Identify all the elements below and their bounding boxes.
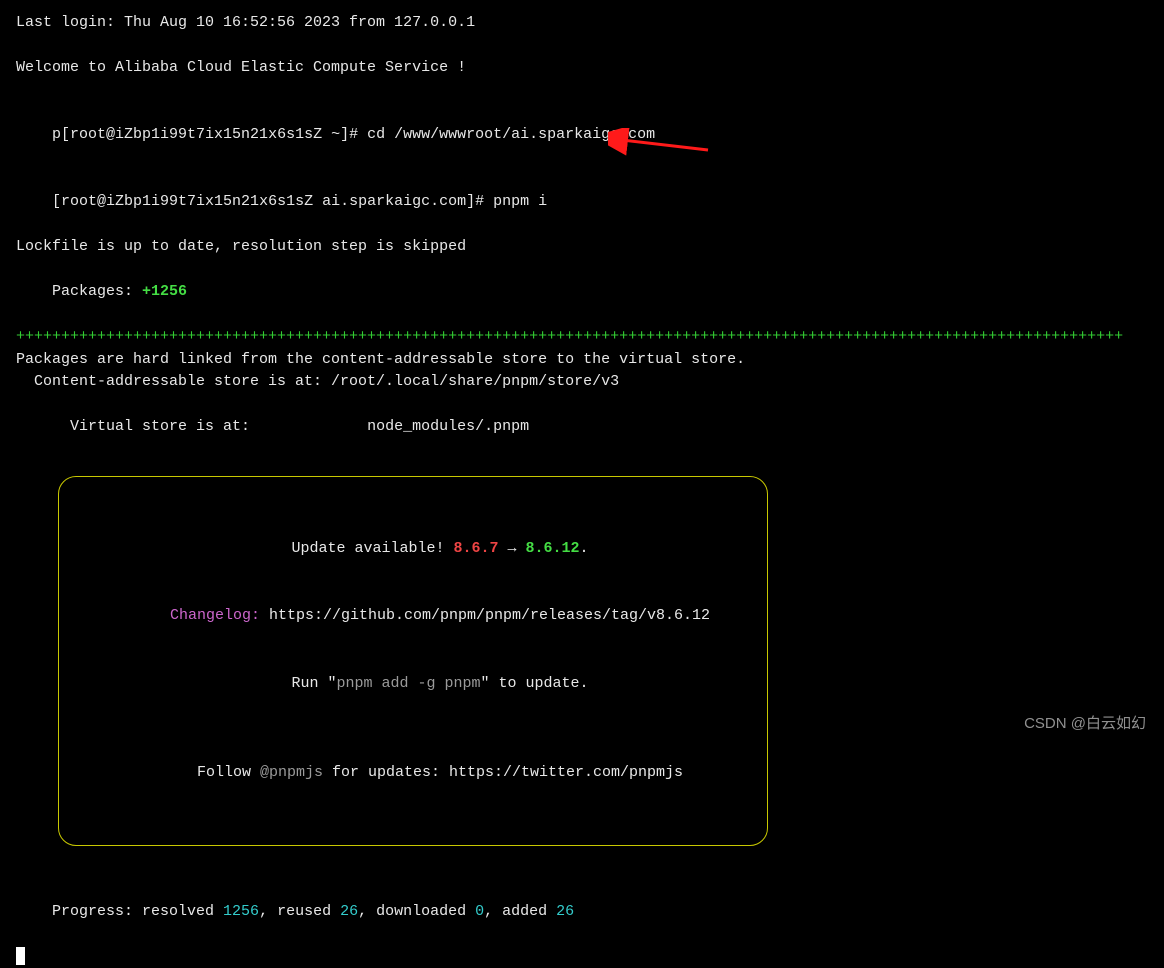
pnpm-command: pnpm i xyxy=(493,193,547,210)
added-count: 26 xyxy=(556,903,574,920)
terminal-output[interactable]: Last login: Thu Aug 10 16:52:56 2023 fro… xyxy=(16,12,1148,968)
arrow-icon: → xyxy=(499,540,526,557)
run-update-line: Run "pnpm add -g pnpm" to update. xyxy=(79,650,747,718)
downloaded-count: 0 xyxy=(475,903,484,920)
twitter-handle: @pnpmjs xyxy=(260,764,323,781)
lockfile-line: Lockfile is up to date, resolution step … xyxy=(16,236,1148,259)
prompt-userhost: root@iZbp1i99t7ix15n21x6s1sZ xyxy=(70,126,322,143)
progress-bar: ++++++++++++++++++++++++++++++++++++++++… xyxy=(16,326,1148,349)
last-login-line: Last login: Thu Aug 10 16:52:56 2023 fro… xyxy=(16,12,1148,35)
packages-count: +1256 xyxy=(142,283,187,300)
prompt-cwd: ai.sparkaigc.com xyxy=(313,193,466,210)
prompt-userhost: root@iZbp1i99t7ix15n21x6s1sZ xyxy=(61,193,313,210)
update-available-line: Update available! 8.6.7 → 8.6.12. xyxy=(79,515,747,583)
changelog-url: https://github.com/pnpm/pnpm/releases/ta… xyxy=(269,607,710,624)
packages-label: Packages: xyxy=(52,283,142,300)
cas-store-line: Content-addressable store is at: /root/.… xyxy=(16,371,1148,394)
changelog-label: Changelog: xyxy=(170,607,269,624)
update-label: Update available! xyxy=(291,540,453,557)
prompt-bracket: [ xyxy=(52,193,61,210)
old-version: 8.6.7 xyxy=(453,540,498,557)
welcome-line: Welcome to Alibaba Cloud Elastic Compute… xyxy=(16,57,1148,80)
packages-line: Packages: +1256 xyxy=(16,259,1148,327)
follow-line: Follow @pnpmjs for updates: https://twit… xyxy=(79,740,747,808)
prompt-end: ]# xyxy=(466,193,493,210)
prompt-bracket: p[ xyxy=(52,126,70,143)
twitter-url: https://twitter.com/pnpmjs xyxy=(449,764,683,781)
progress-line: Progress: resolved 1256, reused 26, down… xyxy=(16,878,1148,946)
virtual-store-path: node_modules/.pnpm xyxy=(367,418,529,435)
update-box: Update available! 8.6.7 → 8.6.12. Change… xyxy=(58,476,768,846)
reused-count: 26 xyxy=(340,903,358,920)
prompt-line-1: p[root@iZbp1i99t7ix15n21x6s1sZ ~]# cd /w… xyxy=(16,101,1148,169)
virtual-store-line: Virtual store is at: node_modules/.pnpm xyxy=(16,394,1148,462)
cd-path: /www/wwwroot/ai.sparkaigc.com xyxy=(394,126,655,143)
hardlink-line: Packages are hard linked from the conten… xyxy=(16,349,1148,372)
changelog-line: Changelog: https://github.com/pnpm/pnpm/… xyxy=(79,583,747,651)
virtual-store-label: Virtual store is at: xyxy=(52,418,367,435)
cursor-icon xyxy=(16,947,25,965)
update-command: pnpm add -g pnpm xyxy=(336,675,480,692)
watermark: CSDN @白云如幻 xyxy=(1024,713,1146,736)
cd-command: cd xyxy=(367,126,394,143)
prompt-line-2: [root@iZbp1i99t7ix15n21x6s1sZ ai.sparkai… xyxy=(16,169,1148,237)
new-version: 8.6.12 xyxy=(526,540,580,557)
progress-label: Progress: xyxy=(52,903,142,920)
prompt-end: ]# xyxy=(340,126,367,143)
prompt-cwd: ~ xyxy=(322,126,340,143)
resolved-count: 1256 xyxy=(223,903,259,920)
cursor-line[interactable] xyxy=(16,946,1148,968)
